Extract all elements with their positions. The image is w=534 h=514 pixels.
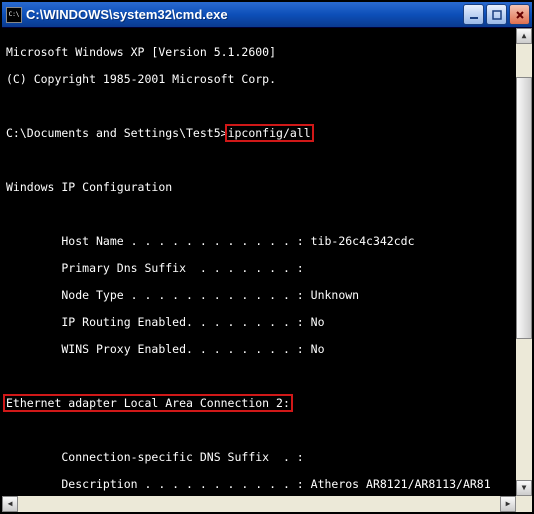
maximize-icon [491, 9, 503, 21]
cmd-icon: C:\ [6, 7, 22, 23]
ip-routing-label: IP Routing Enabled. . . . . . . . : [6, 315, 311, 329]
os-version-line: Microsoft Windows XP [Version 5.1.2600] [6, 46, 516, 60]
maximize-button[interactable] [486, 4, 507, 25]
host-name-value: tib-26c4c342cdc [311, 234, 415, 248]
node-type-label: Node Type . . . . . . . . . . . . : [6, 288, 311, 302]
window-titlebar: C:\ C:\WINDOWS\system32\cmd.exe [2, 2, 532, 28]
minimize-button[interactable] [463, 4, 484, 25]
close-button[interactable] [509, 4, 530, 25]
wins-proxy-value: No [311, 342, 325, 356]
close-icon [514, 9, 526, 21]
node-type-value: Unknown [311, 288, 359, 302]
ip-routing-value: No [311, 315, 325, 329]
terminal-output: Microsoft Windows XP [Version 5.1.2600] … [6, 32, 516, 512]
adapter-heading-highlight: Ethernet adapter Local Area Connection 2… [3, 394, 293, 412]
primary-dns-suffix: Primary Dns Suffix . . . . . . . : [6, 262, 516, 276]
scroll-down-arrow[interactable]: ▼ [516, 480, 532, 496]
window-buttons [463, 4, 530, 25]
scroll-corner [516, 496, 532, 512]
copyright-line: (C) Copyright 1985-2001 Microsoft Corp. [6, 73, 516, 87]
scroll-track-h[interactable] [18, 496, 500, 512]
host-name-label: Host Name . . . . . . . . . . . . : [6, 234, 311, 248]
scroll-thumb-v[interactable] [516, 77, 532, 339]
ipconfig-heading: Windows IP Configuration [6, 181, 516, 195]
terminal-area[interactable]: Microsoft Windows XP [Version 5.1.2600] … [2, 28, 532, 512]
scroll-up-arrow[interactable]: ▲ [516, 28, 532, 44]
description-label: Description . . . . . . . . . . . : [6, 477, 311, 491]
conn-dns-suffix: Connection-specific DNS Suffix . : [6, 451, 516, 465]
command-highlight: ipconfig/all [225, 124, 314, 142]
minimize-icon [468, 9, 480, 21]
scroll-left-arrow[interactable]: ◀ [2, 496, 18, 512]
wins-proxy-label: WINS Proxy Enabled. . . . . . . . : [6, 342, 311, 356]
horizontal-scrollbar[interactable]: ◀ ▶ [2, 496, 516, 512]
scroll-right-arrow[interactable]: ▶ [500, 496, 516, 512]
vertical-scrollbar[interactable]: ▲ ▼ [516, 28, 532, 496]
description-value: Atheros AR8121/AR8113/AR81 [311, 477, 491, 491]
scroll-track-v[interactable] [516, 44, 532, 480]
window-title: C:\WINDOWS\system32\cmd.exe [26, 7, 463, 22]
prompt: C:\Documents and Settings\Test5> [6, 126, 228, 140]
